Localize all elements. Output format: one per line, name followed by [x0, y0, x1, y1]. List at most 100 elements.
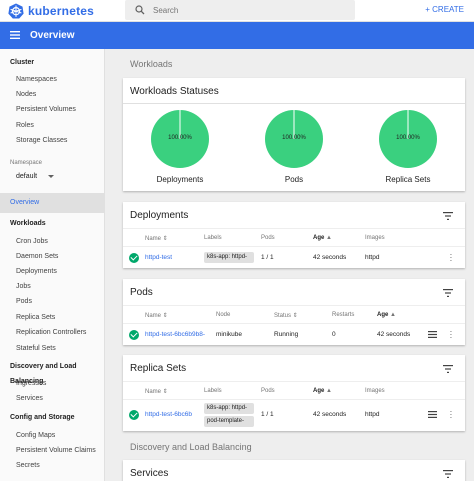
sidebar-item-roles[interactable]: Roles — [0, 118, 105, 133]
sort-icon: ⇕ — [162, 236, 168, 242]
donut-label: Replica Sets — [385, 175, 431, 184]
status-value: Running — [274, 331, 299, 338]
sidebar-item-jobs[interactable]: Jobs — [0, 279, 105, 294]
column-header-images: Images — [365, 388, 385, 394]
brand-name[interactable]: kubernetes — [28, 4, 94, 18]
more-vert-icon[interactable]: · · · — [448, 251, 454, 265]
divider — [123, 305, 465, 306]
caret-down-icon — [48, 175, 54, 178]
sidebar-item-replica-sets[interactable]: Replica Sets — [0, 310, 105, 325]
header-label: Age — [313, 235, 325, 241]
sidebar-item-namespaces[interactable]: Namespaces — [0, 72, 105, 87]
card-title: Deployments — [130, 210, 189, 221]
column-header-age[interactable]: Age ▲ — [377, 312, 396, 318]
restarts-value: 0 — [332, 331, 336, 338]
column-header-restarts: Restarts — [332, 312, 355, 318]
more-vert-icon[interactable]: · · · — [448, 328, 454, 342]
logs-icon[interactable] — [428, 411, 437, 418]
sort-arrow-up-icon: ▲ — [326, 388, 332, 394]
header-label: Age — [377, 312, 389, 318]
sort-icon: ⇕ — [162, 313, 168, 319]
namespace-select[interactable]: default — [16, 173, 58, 180]
column-header-name[interactable]: Name ⇕ — [145, 388, 168, 395]
sidebar-item-config-maps[interactable]: Config Maps — [0, 428, 105, 443]
column-header-age[interactable]: Age ▲ — [313, 235, 332, 241]
sidebar-item-daemon-sets[interactable]: Daemon Sets — [0, 249, 105, 264]
donut-percent: 100.00% — [282, 135, 306, 141]
filter-icon[interactable] — [443, 470, 453, 478]
pods-card: Pods Name ⇕ Node Status ⇕ Restarts Age ▲… — [123, 279, 465, 345]
age-value: 42 seconds — [313, 254, 347, 261]
pod-name-link[interactable]: httpd-test-6bc6b9b8- — [145, 331, 211, 338]
header-label: Status — [274, 313, 292, 319]
sidebar-item-replication-controllers[interactable]: Replication Controllers — [0, 325, 105, 340]
search-icon — [135, 5, 145, 15]
sidebar-head-workloads[interactable]: Workloads — [0, 216, 105, 231]
filter-icon[interactable] — [443, 365, 453, 373]
divider — [123, 381, 465, 382]
donut-label: Deployments — [156, 175, 204, 184]
sidebar-head-config[interactable]: Config and Storage — [0, 410, 105, 425]
card-title: Services — [130, 468, 169, 479]
workloads-section-title: Workloads — [130, 59, 173, 69]
column-header-status[interactable]: Status ⇕ — [274, 312, 298, 319]
column-header-name[interactable]: Name ⇕ — [145, 312, 168, 319]
divider — [123, 246, 465, 247]
sidebar-item-storage-classes[interactable]: Storage Classes — [0, 133, 105, 148]
label-chip: pod-template- — [204, 416, 254, 427]
kubernetes-logo-icon[interactable] — [8, 3, 24, 19]
header-label: Name — [145, 389, 162, 395]
top-bar: kubernetes + CREATE — [0, 0, 474, 22]
title-bar: Overview — [0, 22, 474, 49]
sidebar-item-services[interactable]: Services — [0, 391, 105, 406]
pods-count: 1 / 1 — [261, 254, 274, 261]
sidebar-item-persistent-volumes[interactable]: Persistent Volumes — [0, 102, 105, 117]
sidebar-item-nodes[interactable]: Nodes — [0, 87, 105, 102]
search-bar[interactable] — [125, 0, 355, 20]
page-title: Overview — [30, 30, 75, 41]
success-check-icon — [129, 330, 139, 340]
sidebar-head-cluster[interactable]: Cluster — [0, 55, 105, 70]
sidebar-item-pods[interactable]: Pods — [0, 294, 105, 309]
donut-label: Pods — [284, 175, 304, 184]
replica-set-name-link[interactable]: httpd-test-6bc6b — [145, 411, 192, 418]
sidebar-head-discovery[interactable]: Discovery and Load Balancing — [0, 359, 105, 385]
image-value: httpd — [365, 411, 380, 418]
label-chip: k8s-app: httpd- — [204, 252, 254, 263]
divider — [123, 399, 465, 400]
create-label: CREATE — [432, 5, 464, 14]
donut-percent: 100.00% — [396, 135, 420, 141]
column-header-age[interactable]: Age ▲ — [313, 388, 332, 394]
more-vert-icon[interactable]: · · · — [448, 408, 454, 422]
card-title: Replica Sets — [130, 363, 187, 374]
sidebar-item-deployments[interactable]: Deployments — [0, 264, 105, 279]
sidebar-item-overview[interactable]: Overview — [0, 193, 105, 213]
column-header-node: Node — [216, 312, 231, 318]
search-input[interactable] — [153, 2, 343, 18]
sidebar: Cluster Namespaces Nodes Persistent Volu… — [0, 49, 105, 481]
filter-icon[interactable] — [443, 289, 453, 297]
card-title: Workloads Statuses — [130, 86, 219, 97]
sidebar-item-secrets[interactable]: Secrets — [0, 458, 105, 473]
replica-sets-card: Replica Sets Name ⇕ Labels Pods Age ▲ Im… — [123, 355, 465, 431]
filter-icon[interactable] — [443, 212, 453, 220]
services-card: Services — [123, 460, 465, 481]
column-header-name[interactable]: Name ⇕ — [145, 235, 168, 242]
node-value: minikube — [216, 331, 243, 338]
header-label: Name — [145, 236, 162, 242]
sidebar-item-stateful-sets[interactable]: Stateful Sets — [0, 341, 105, 356]
create-button[interactable]: + CREATE — [425, 5, 464, 14]
logs-icon[interactable] — [428, 331, 437, 338]
sidebar-item-pvc[interactable]: Persistent Volume Claims — [0, 443, 105, 458]
pods-count: 1 / 1 — [261, 411, 274, 418]
pods-donut: 100.00% — [264, 109, 324, 169]
replica-sets-donut: 100.00% — [378, 109, 438, 169]
sidebar-item-cron-jobs[interactable]: Cron Jobs — [0, 234, 105, 249]
image-value: httpd — [365, 254, 380, 261]
deployment-name-link[interactable]: httpd-test — [145, 254, 172, 261]
hamburger-menu-icon[interactable] — [10, 31, 20, 39]
column-header-pods: Pods — [261, 235, 275, 241]
namespace-value: default — [16, 173, 38, 180]
sidebar-item-ingresses[interactable]: Ingresses — [0, 376, 105, 391]
deployments-donut: 100.00% — [150, 109, 210, 169]
